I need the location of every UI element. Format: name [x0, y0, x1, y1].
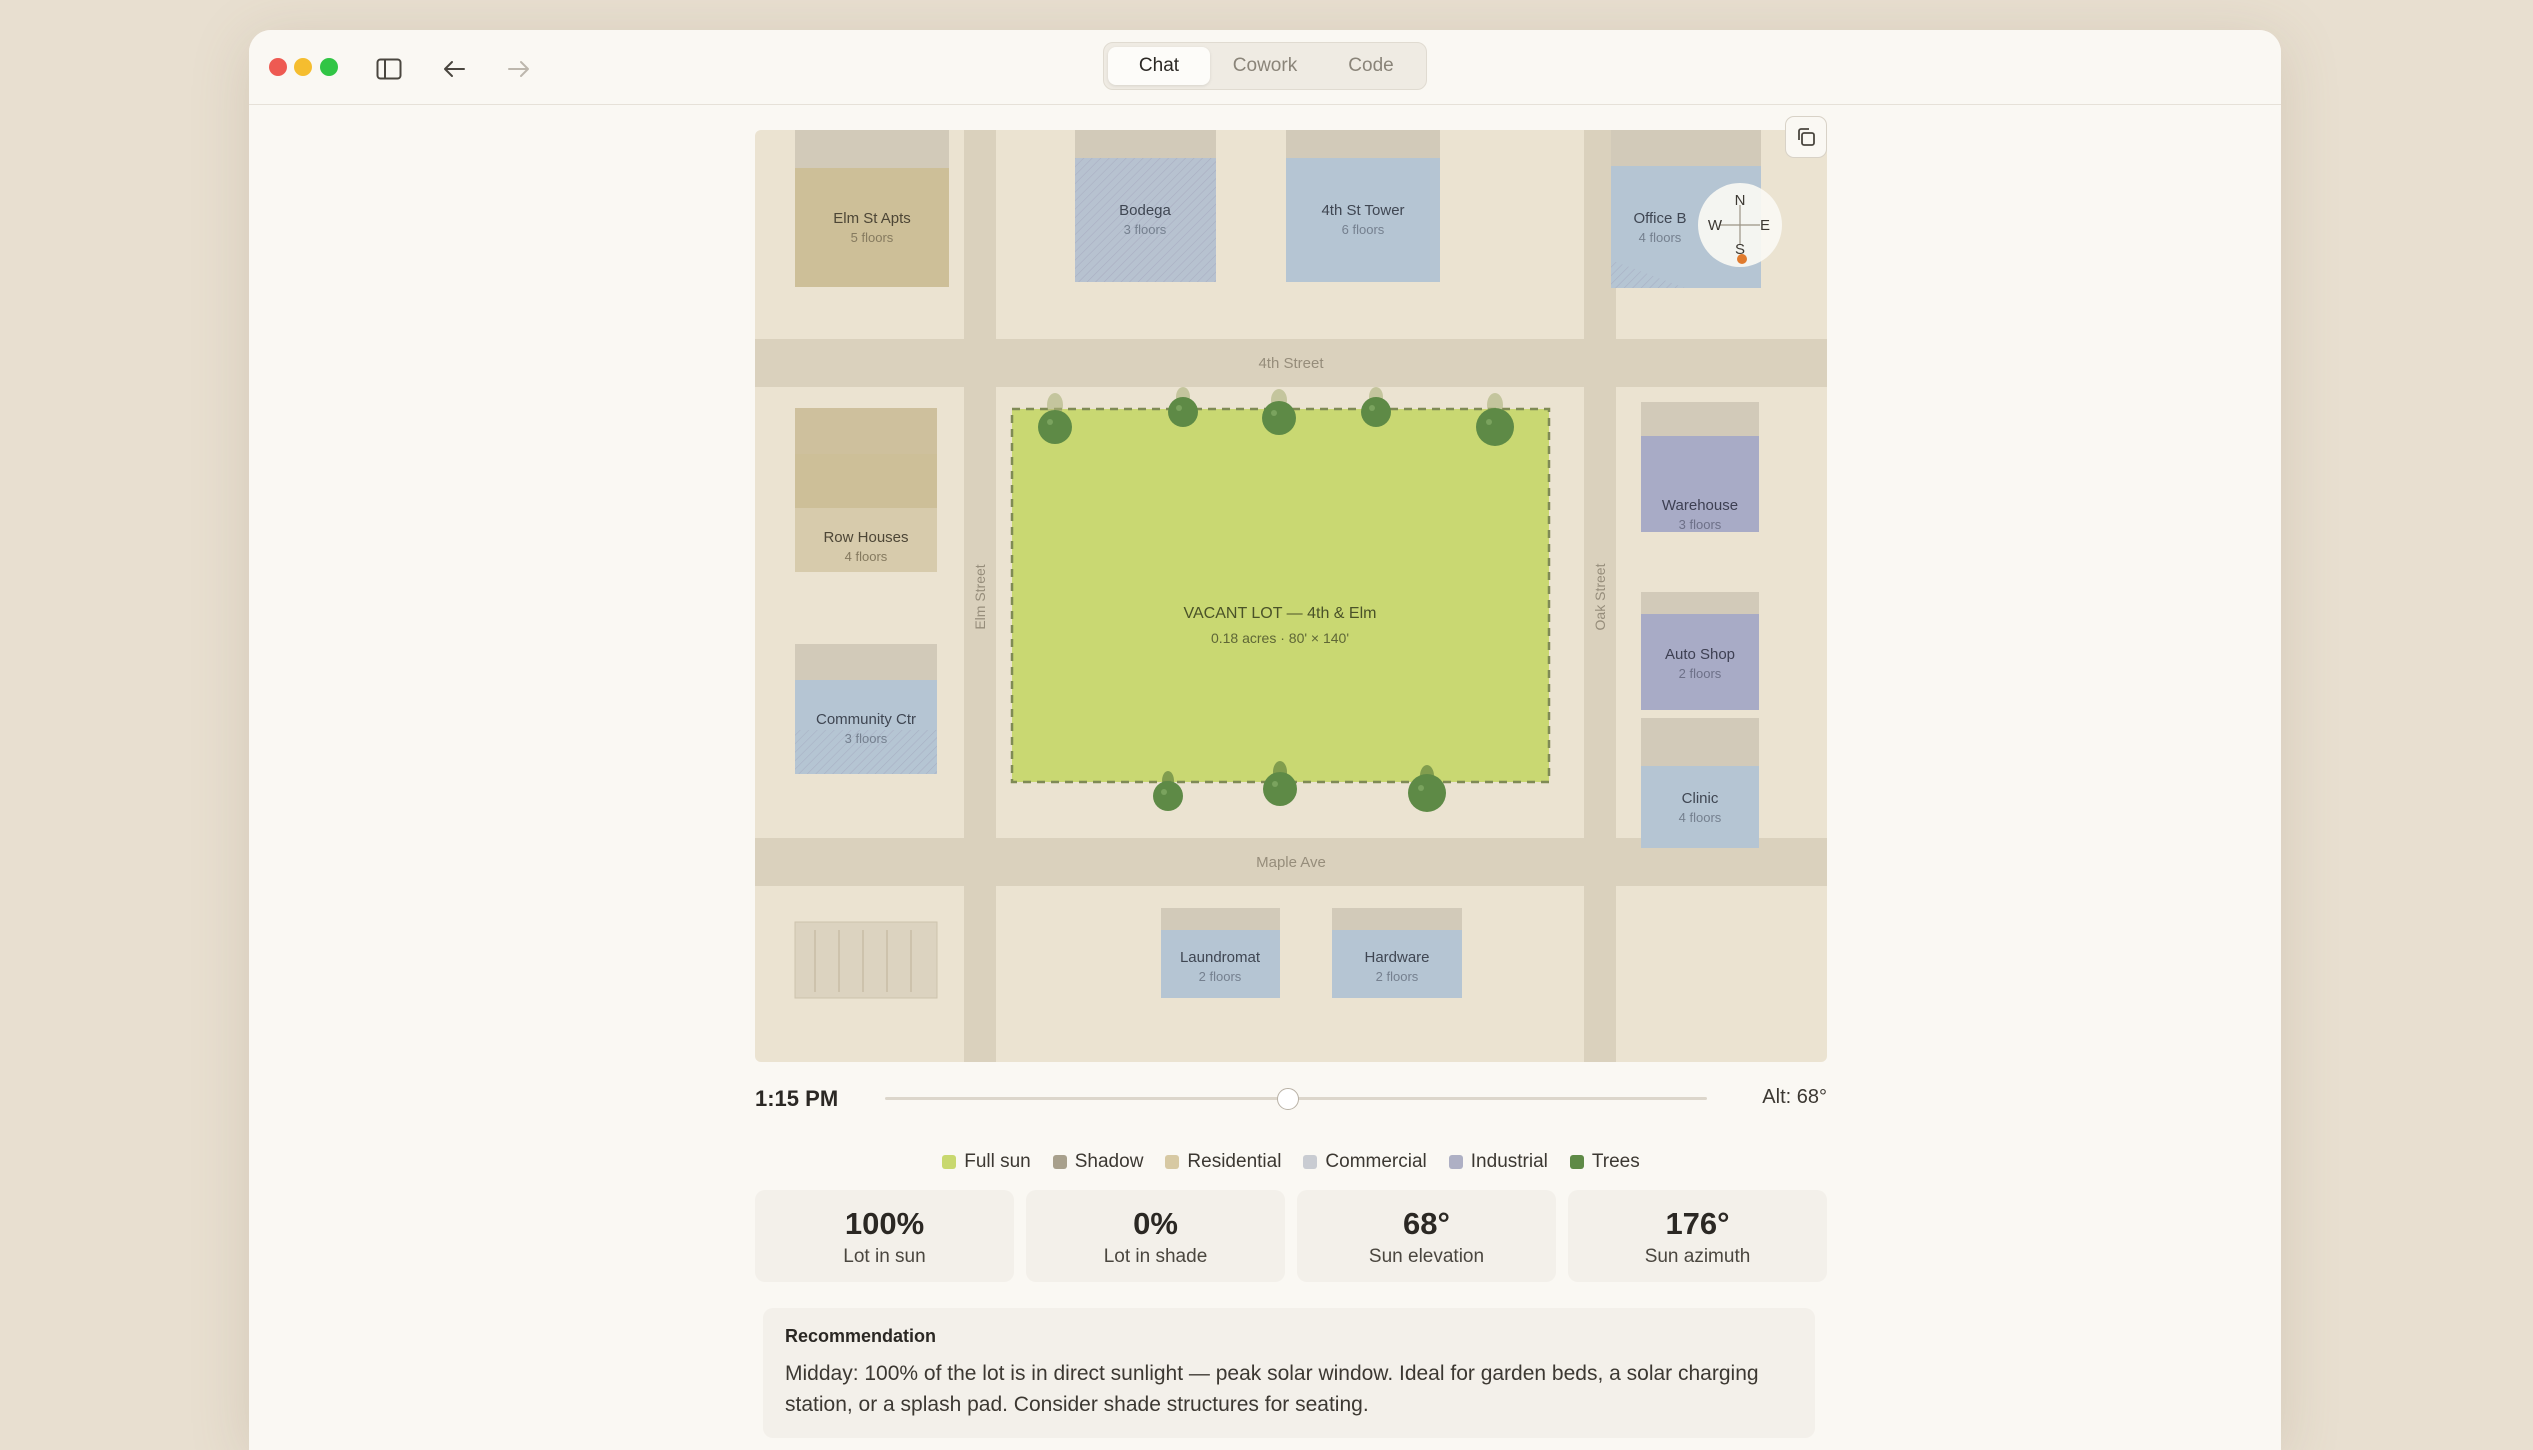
svg-text:5 floors: 5 floors	[851, 230, 894, 245]
street-label-right: Oak Street	[1592, 563, 1608, 630]
street-label-top: 4th Street	[1258, 355, 1324, 372]
svg-text:4 floors: 4 floors	[1679, 810, 1722, 825]
back-arrow-icon[interactable]	[437, 52, 471, 86]
svg-text:3 floors: 3 floors	[1679, 517, 1722, 532]
svg-text:2 floors: 2 floors	[1199, 969, 1242, 984]
compass-icon: N S E W	[1698, 183, 1782, 267]
legend-commercial: Commercial	[1303, 1147, 1427, 1177]
map-legend: Full sun Shadow Residential Commercial I…	[755, 1147, 1827, 1177]
forward-arrow-icon[interactable]	[502, 52, 536, 86]
parking-lot	[794, 921, 938, 999]
maximize-window-button[interactable]	[320, 58, 338, 76]
tab-cowork[interactable]: Cowork	[1214, 47, 1316, 85]
legend-swatch	[1052, 1155, 1067, 1169]
sidebar-toggle-icon[interactable]	[372, 52, 406, 86]
lot-details: 0.18 acres · 80' × 140'	[1211, 630, 1349, 646]
altitude-readout: Alt: 68°	[1762, 1086, 1827, 1108]
svg-text:Laundromat: Laundromat	[1180, 949, 1261, 966]
time-readout: 1:15 PM	[755, 1086, 839, 1111]
stat-lot-in-sun: 100% Lot in sun	[755, 1190, 1014, 1282]
copy-button[interactable]	[1785, 116, 1827, 158]
recommendation-card: Recommendation Midday: 100% of the lot i…	[763, 1308, 1815, 1438]
stat-sun-azimuth: 176° Sun azimuth	[1568, 1190, 1827, 1282]
app-window: Chat Cowork Code 4th Street Maple Ave El…	[249, 30, 2281, 1450]
recommendation-title: Recommendation	[785, 1326, 937, 1346]
stat-value: 176°	[1665, 1206, 1730, 1241]
stat-label: Lot in sun	[843, 1246, 926, 1267]
lot-title: VACANT LOT — 4th & Elm	[1184, 605, 1377, 622]
svg-text:N: N	[1735, 192, 1746, 209]
row-houses-name: Row Houses	[823, 529, 908, 546]
svg-text:3 floors: 3 floors	[1124, 222, 1167, 237]
vacant-lot[interactable]: VACANT LOT — 4th & Elm 0.18 acres · 80' …	[1010, 407, 1551, 784]
street-label-left: Elm Street	[972, 564, 988, 629]
sun-shadow-map: 4th Street Maple Ave Elm Street Oak Stre…	[755, 130, 1827, 1062]
legend-full-sun: Full sun	[942, 1147, 1031, 1177]
svg-text:6 floors: 6 floors	[1342, 222, 1385, 237]
svg-text:4th St Tower: 4th St Tower	[1321, 202, 1404, 219]
svg-text:3 floors: 3 floors	[845, 731, 888, 746]
building-4th-st-tower: 4th St Tower 6 floors	[1286, 130, 1440, 282]
street-label-bottom: Maple Ave	[1256, 854, 1326, 871]
stat-value: 100%	[844, 1206, 925, 1241]
close-window-button[interactable]	[269, 58, 287, 76]
legend-swatch	[1569, 1155, 1584, 1169]
building-warehouse: Warehouse 3 floors	[1641, 402, 1759, 532]
stats-row: 100% Lot in sun 0% Lot in shade 68° Sun …	[755, 1190, 1827, 1282]
svg-text:Warehouse: Warehouse	[1662, 497, 1738, 514]
svg-text:4 floors: 4 floors	[1639, 230, 1682, 245]
stat-lot-in-shade: 0% Lot in shade	[1026, 1190, 1285, 1282]
svg-text:Clinic: Clinic	[1682, 790, 1719, 807]
svg-text:2 floors: 2 floors	[1679, 666, 1722, 681]
sun-position-icon	[1737, 254, 1747, 264]
stat-sun-elevation: 68° Sun elevation	[1297, 1190, 1556, 1282]
building-community-ctr: Community Ctr 3 floors	[795, 644, 937, 774]
tab-chat[interactable]: Chat	[1108, 47, 1210, 85]
title-bar: Chat Cowork Code	[249, 30, 2281, 105]
legend-swatch	[1303, 1155, 1318, 1169]
stat-value: 0%	[1133, 1206, 1178, 1241]
building-laundromat: Laundromat 2 floors	[1161, 908, 1280, 998]
legend-industrial: Industrial	[1448, 1147, 1548, 1177]
svg-text:E: E	[1760, 217, 1770, 234]
stat-label: Sun azimuth	[1644, 1246, 1751, 1267]
legend-trees: Trees	[1569, 1147, 1640, 1177]
legend-shadow: Shadow	[1052, 1147, 1143, 1177]
building-elm-st-apts: Elm St Apts 5 floors	[795, 130, 949, 287]
time-slider[interactable]	[885, 1088, 1707, 1110]
building-auto-shop: Auto Shop 2 floors	[1641, 592, 1759, 710]
stat-label: Lot in shade	[1103, 1246, 1208, 1267]
time-slider-row: 1:15 PM Alt: 68°	[755, 1076, 1827, 1116]
svg-text:Community Ctr: Community Ctr	[816, 711, 916, 728]
legend-swatch	[942, 1155, 957, 1169]
slider-thumb[interactable]	[1276, 1088, 1299, 1110]
legend-swatch	[1448, 1155, 1463, 1169]
building-bodega: Bodega 3 floors	[1075, 130, 1216, 282]
legend-residential: Residential	[1165, 1147, 1281, 1177]
tab-code[interactable]: Code	[1320, 47, 1422, 85]
copy-icon	[1798, 128, 1815, 146]
svg-text:Auto Shop: Auto Shop	[1665, 646, 1735, 663]
minimize-window-button[interactable]	[294, 58, 312, 76]
svg-text:Bodega: Bodega	[1119, 202, 1171, 219]
svg-text:Hardware: Hardware	[1364, 949, 1429, 966]
row-houses-footprint	[795, 408, 937, 572]
stat-label: Sun elevation	[1368, 1246, 1485, 1267]
svg-text:Elm St Apts: Elm St Apts	[833, 210, 911, 227]
building-clinic: Clinic 4 floors	[1641, 718, 1759, 848]
svg-text:2 floors: 2 floors	[1376, 969, 1419, 984]
row-houses-floors: 4 floors	[845, 549, 888, 564]
legend-swatch	[1165, 1155, 1180, 1169]
recommendation-text: Midday: 100% of the lot is in direct sun…	[785, 1362, 1759, 1416]
svg-text:W: W	[1708, 217, 1723, 234]
stat-value: 68°	[1403, 1206, 1450, 1241]
mode-switcher: Chat Cowork Code	[1103, 42, 1427, 90]
svg-text:Office B: Office B	[1633, 210, 1686, 227]
